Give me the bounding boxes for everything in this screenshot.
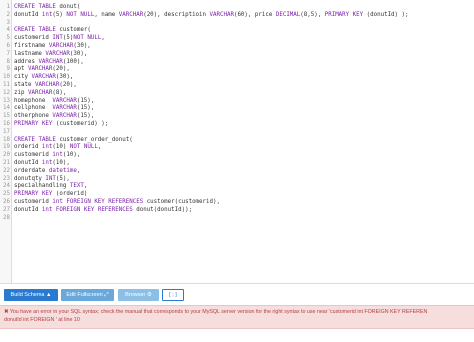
- schema-toolbar: Build Schema ▲ Edit Fullscreen ⤢ Browser…: [0, 289, 474, 301]
- code-text: donutId int FOREIGN KEY REFERENCES donut…: [14, 206, 193, 213]
- code-text: specialhandling TEXT,: [14, 183, 88, 190]
- code-line[interactable]: 27 donutId int FOREIGN KEY REFERENCES don…: [0, 206, 474, 214]
- code-line[interactable]: 6 firstname VARCHAR(30),: [0, 42, 474, 50]
- code-line[interactable]: 1 CREATE TABLE donut(: [0, 3, 474, 11]
- code-text: orderid int(10) NOT NULL,: [14, 144, 102, 151]
- line-number: 15: [3, 113, 10, 120]
- code-line[interactable]: 10 city VARCHAR(30),: [0, 73, 474, 81]
- line-number: 12: [3, 89, 10, 96]
- line-number: 8: [6, 58, 11, 65]
- line-number: 28: [3, 214, 10, 221]
- line-number: 21: [3, 160, 10, 166]
- code-text: donutId int(5) NOT NULL, name VARCHAR(20…: [14, 11, 409, 18]
- code-text: CREATE TABLE customer_order_donut(: [14, 136, 133, 143]
- code-text: apt VARCHAR(20),: [14, 66, 70, 73]
- line-number: 5: [6, 35, 11, 42]
- statement-delimiter-button[interactable]: [ ; ]: [162, 289, 184, 301]
- code-text: state VARCHAR(20),: [14, 82, 77, 88]
- code-line[interactable]: 23 donutqty INT(5),: [0, 175, 474, 183]
- line-number: 27: [3, 206, 10, 213]
- code-text: customerid int FOREIGN KEY REFERENCES cu…: [14, 199, 220, 205]
- code-line[interactable]: 15 otherphone VARCHAR(15),: [0, 112, 474, 120]
- line-number: 7: [6, 50, 11, 57]
- code-text: otherphone VARCHAR(15),: [14, 113, 95, 120]
- code-text: CREATE TABLE donut(: [14, 4, 81, 10]
- edit-fullscreen-button[interactable]: Edit Fullscreen ⤢: [61, 289, 114, 301]
- code-line[interactable]: 22 orderdate datetime,: [0, 167, 474, 175]
- line-number: 16: [3, 121, 10, 127]
- code-line[interactable]: 8 addres VARCHAR(100),: [0, 58, 474, 66]
- code-line[interactable]: 11 state VARCHAR(20),: [0, 81, 474, 89]
- line-number: 23: [3, 175, 10, 182]
- code-line[interactable]: 24 specialhandling TEXT,: [0, 182, 474, 190]
- line-number: 25: [3, 191, 10, 198]
- browser-button[interactable]: Browser ⚙: [118, 289, 159, 301]
- code-line[interactable]: 5 customerid INT(5)NOT NULL,: [0, 34, 474, 42]
- code-text: lastname VARCHAR(30),: [14, 50, 88, 57]
- line-number: 4: [6, 27, 11, 34]
- code-line[interactable]: 16 PRIMARY KEY (customerid) );: [0, 120, 474, 128]
- code-text: donutqty INT(5),: [14, 175, 70, 182]
- code-line[interactable]: 4 CREATE TABLE customer(: [0, 26, 474, 34]
- build-schema-button[interactable]: Build Schema ▲: [4, 289, 58, 301]
- line-number: 22: [3, 167, 10, 174]
- code-text: zip VARCHAR(8),: [14, 89, 67, 96]
- error-text-line-1: ✖ You have an error in your SQL syntax; …: [4, 309, 428, 315]
- code-line[interactable]: 13 homephone VARCHAR(15),: [0, 97, 474, 105]
- line-number: 17: [3, 128, 10, 135]
- code-line[interactable]: 25 PRIMARY KEY (orderid): [0, 190, 474, 198]
- line-number: 2: [6, 11, 11, 18]
- code-line[interactable]: 20 customerid int(10),: [0, 151, 474, 159]
- sql-editor[interactable]: 1 CREATE TABLE donut(2 donutId int(5) NOT …: [0, 0, 474, 284]
- code-text: customerid int(10),: [14, 152, 81, 159]
- code-text: city VARCHAR(30),: [14, 74, 74, 81]
- line-number: 3: [6, 19, 11, 26]
- code-line[interactable]: 3: [0, 19, 474, 27]
- line-number: 20: [3, 152, 10, 159]
- code-line[interactable]: 17: [0, 128, 474, 136]
- code-line[interactable]: 21 donutId int(10),: [0, 159, 474, 167]
- code-text: PRIMARY KEY (orderid): [14, 191, 88, 198]
- code-line[interactable]: 19 orderid int(10) NOT NULL,: [0, 143, 474, 151]
- code-line[interactable]: 7 lastname VARCHAR(30),: [0, 50, 474, 58]
- code-text: donutId int(10),: [14, 160, 70, 166]
- code-line[interactable]: 28: [0, 214, 474, 222]
- code-text: firstname VARCHAR(30),: [14, 43, 91, 49]
- line-number: 18: [3, 136, 10, 143]
- code-text: orderdate datetime,: [14, 167, 81, 174]
- code-line[interactable]: 18 CREATE TABLE customer_order_donut(: [0, 136, 474, 144]
- code-text: cellphone VARCHAR(15),: [14, 105, 95, 112]
- code-line[interactable]: 26 customerid int FOREIGN KEY REFERENCES …: [0, 198, 474, 206]
- code-text: customerid INT(5)NOT NULL,: [14, 35, 105, 42]
- code-text: CREATE TABLE customer(: [14, 27, 91, 34]
- line-number: 24: [3, 183, 10, 190]
- code-line[interactable]: 9 apt VARCHAR(20),: [0, 65, 474, 73]
- code-text: PRIMARY KEY (customerid) );: [14, 121, 109, 127]
- error-text-line-2: donutId int FOREIGN ' at line 10: [4, 317, 80, 323]
- code-text: addres VARCHAR(100),: [14, 58, 84, 65]
- line-number: 10: [3, 74, 10, 81]
- error-message: ✖ You have an error in your SQL syntax; …: [0, 305, 474, 329]
- line-number: 19: [3, 144, 10, 151]
- line-number: 9: [6, 66, 11, 73]
- line-number: 6: [6, 43, 11, 49]
- code-line[interactable]: 2 donutId int(5) NOT NULL, name VARCHAR(2…: [0, 11, 474, 19]
- code-line[interactable]: 12 zip VARCHAR(8),: [0, 89, 474, 97]
- line-number: 14: [3, 105, 10, 112]
- code-text: homephone VARCHAR(15),: [14, 97, 95, 104]
- line-number: 26: [3, 199, 10, 205]
- code-line[interactable]: 14 cellphone VARCHAR(15),: [0, 104, 474, 112]
- line-number: 13: [3, 97, 10, 104]
- line-number: 1: [6, 4, 11, 10]
- line-number: 11: [3, 82, 10, 88]
